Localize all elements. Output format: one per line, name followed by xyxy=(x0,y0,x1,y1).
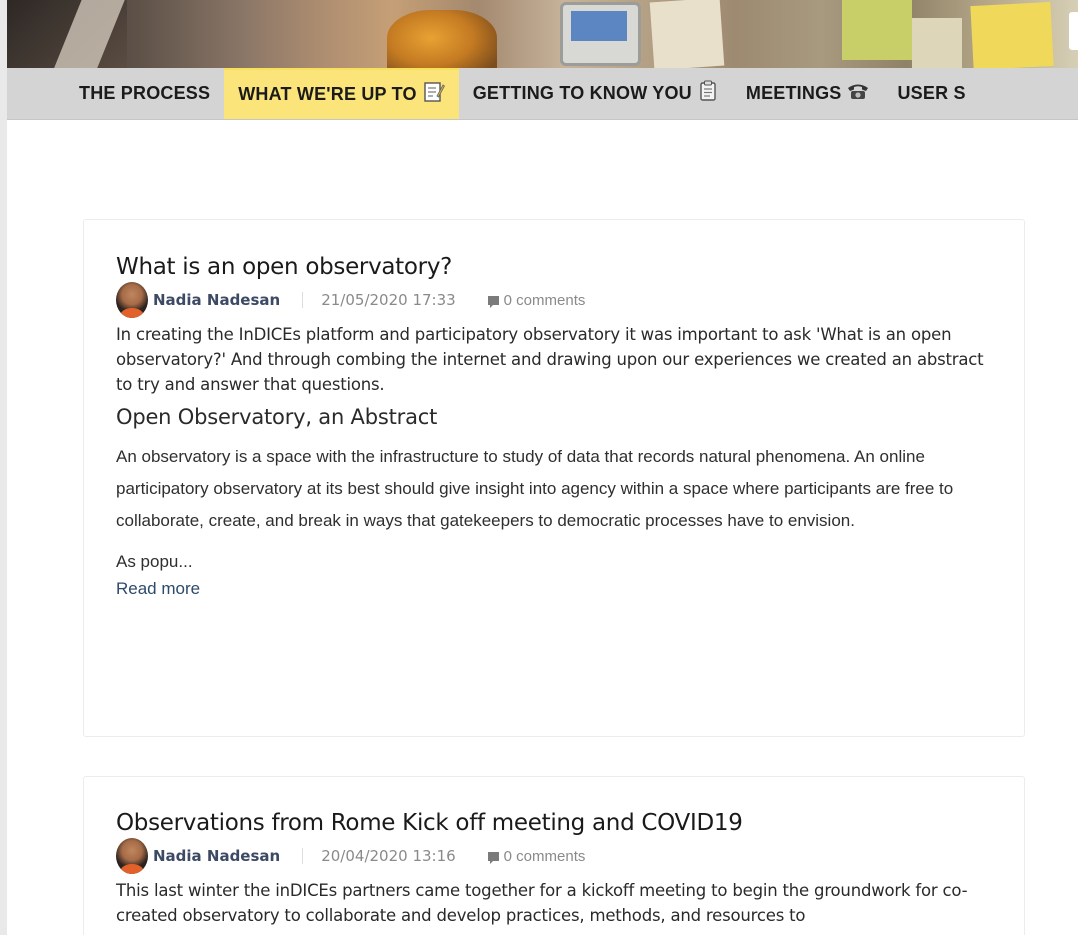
nav-item-label: WHAT WE'RE UP TO xyxy=(238,84,417,104)
author-name[interactable]: Nadia Nadesan xyxy=(153,291,280,309)
main-nav: THE PROCESS WHAT WE'RE UP TO GETTING TO … xyxy=(7,68,1078,120)
read-more-link[interactable]: Read more xyxy=(116,579,200,599)
comments-link[interactable]: 0 comments xyxy=(504,292,586,309)
post-truncated-text: As popu... xyxy=(116,552,193,571)
post-meta: Nadia Nadesan 20/04/2020 13:16 0 comment… xyxy=(116,838,992,874)
meta-divider xyxy=(302,292,304,308)
avatar xyxy=(116,838,148,874)
header-banner-image xyxy=(7,0,1078,68)
post-title[interactable]: What is an open observatory? xyxy=(116,254,992,280)
post-excerpt: In creating the InDICEs platform and par… xyxy=(116,325,984,394)
post-card: What is an open observatory? Nadia Nades… xyxy=(83,219,1025,737)
comments-link[interactable]: 0 comments xyxy=(504,848,586,865)
avatar xyxy=(116,282,148,318)
post-paragraph: An observatory is a space with the infra… xyxy=(116,447,954,530)
post-date: 20/04/2020 13:16 xyxy=(321,847,456,865)
comment-icon xyxy=(487,295,499,308)
nav-item-label: THE PROCESS xyxy=(79,83,211,103)
telephone-icon xyxy=(847,82,869,105)
post-date: 21/05/2020 17:33 xyxy=(321,291,456,309)
post-title[interactable]: Observations from Rome Kick off meeting … xyxy=(116,810,992,836)
clipboard-icon xyxy=(698,80,718,107)
nav-item-user-s[interactable]: USER S xyxy=(883,68,979,119)
notepad-icon xyxy=(423,81,445,108)
nav-item-label: USER S xyxy=(897,83,966,103)
nav-item-getting-to-know-you[interactable]: GETTING TO KNOW YOU xyxy=(459,68,732,119)
nav-item-label: GETTING TO KNOW YOU xyxy=(472,83,692,103)
post-excerpt: This last winter the inDICEs partners ca… xyxy=(116,881,968,925)
nav-item-meetings[interactable]: MEETINGS xyxy=(732,68,884,119)
post-card: Observations from Rome Kick off meeting … xyxy=(83,776,1025,935)
nav-item-what-were-up-to[interactable]: WHAT WE'RE UP TO xyxy=(224,68,459,119)
comment-icon xyxy=(487,851,499,864)
nav-item-the-process[interactable]: THE PROCESS xyxy=(7,68,224,119)
author-name[interactable]: Nadia Nadesan xyxy=(153,847,280,865)
post-subheading: Open Observatory, an Abstract xyxy=(116,405,438,429)
meta-divider xyxy=(302,848,304,864)
nav-item-label: MEETINGS xyxy=(745,83,842,103)
post-meta: Nadia Nadesan 21/05/2020 17:33 0 comment… xyxy=(116,282,992,318)
page-frame: THE PROCESS WHAT WE'RE UP TO GETTING TO … xyxy=(0,0,1078,935)
